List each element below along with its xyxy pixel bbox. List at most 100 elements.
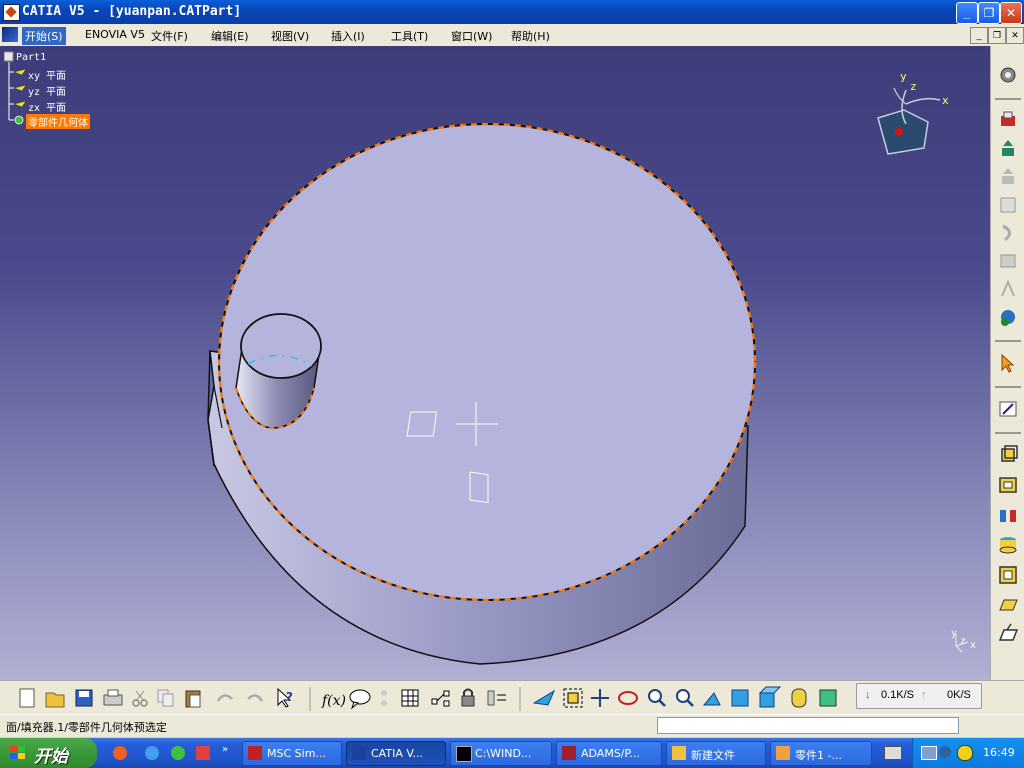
select-icon[interactable] — [997, 352, 1019, 374]
tree-root-part[interactable]: Part1 — [16, 52, 46, 63]
copy-icon[interactable] — [157, 689, 174, 707]
menu-file[interactable]: 文件(F) — [148, 27, 191, 45]
shell-icon[interactable] — [997, 504, 1019, 526]
security-icon[interactable] — [957, 745, 973, 761]
restore-button[interactable]: ❐ — [978, 2, 1000, 24]
pan-icon[interactable] — [591, 689, 609, 707]
minimize-button[interactable]: _ — [956, 2, 978, 24]
menu-edit[interactable]: 编辑(E) — [208, 27, 252, 45]
tree-item-yz-plane[interactable]: yz 平面 — [28, 83, 66, 98]
open-icon[interactable] — [45, 692, 65, 708]
measure-icon[interactable] — [431, 690, 450, 707]
mdi-restore-button[interactable]: ❐ — [988, 27, 1006, 44]
menu-window[interactable]: 窗口(W) — [448, 27, 495, 45]
task-part1[interactable]: 零件1 -... — [770, 741, 872, 766]
edge-fillet-icon[interactable] — [997, 564, 1019, 586]
start-label: 开始 — [34, 747, 68, 767]
window-title: CATIA V5 - [yuanpan.CATPart] — [22, 4, 242, 19]
menu-view[interactable]: 视图(V) — [268, 27, 312, 45]
gear-icon[interactable] — [997, 64, 1019, 86]
undo-icon[interactable] — [216, 694, 233, 702]
upload-speed: 0K/S — [947, 689, 971, 701]
slot-icon[interactable] — [997, 306, 1019, 328]
menu-enovia[interactable]: ENOVIA V5 — [82, 27, 148, 42]
sketch-icon[interactable] — [997, 110, 1019, 132]
task-catia[interactable]: CATIA V... — [346, 741, 446, 766]
paste-icon[interactable] — [185, 690, 201, 708]
thickness-icon[interactable] — [997, 534, 1019, 556]
view-mode-icon[interactable] — [758, 686, 782, 708]
download-speed: 0.1K/S — [881, 689, 915, 701]
svg-text:f(x): f(x) — [321, 693, 346, 709]
fit-all-icon[interactable] — [563, 688, 583, 708]
task-new-folder[interactable]: 新建文件 — [666, 741, 766, 766]
menu-bar: 开始(S) ENOVIA V5 文件(F) 编辑(E) 视图(V) 插入(I) … — [0, 24, 1024, 47]
normal-view-icon[interactable] — [702, 692, 721, 706]
task-msc-sim[interactable]: MSC Sim... — [242, 741, 342, 766]
parameter-icon[interactable] — [381, 690, 387, 706]
close-button[interactable]: ✕ — [1000, 2, 1022, 24]
save-icon[interactable] — [75, 689, 93, 707]
menu-help[interactable]: 帮助(H) — [508, 27, 553, 45]
media-icon[interactable] — [196, 746, 210, 760]
start-button[interactable]: 开始 — [0, 738, 97, 768]
pad-icon[interactable] — [997, 138, 1019, 160]
volume-icon[interactable] — [939, 746, 951, 758]
print-icon[interactable] — [103, 689, 123, 706]
title-bar: CATIA V5 - [yuanpan.CATPart] _ ❐ ✕ — [0, 0, 1024, 24]
tree-item-xy-plane[interactable]: xy 平面 — [28, 67, 66, 82]
whats-this-icon[interactable]: ? — [277, 687, 293, 708]
tree-item-zx-plane[interactable]: zx 平面 — [28, 99, 66, 114]
mdi-close-button[interactable]: ✕ — [1006, 27, 1024, 44]
hole-icon[interactable] — [997, 250, 1019, 272]
status-bar: 面/填充器.1/零部件几何体预选定 — [0, 714, 1024, 737]
msc-app-icon — [248, 746, 262, 760]
pocket-icon[interactable] — [997, 166, 1019, 188]
swap-icon[interactable] — [819, 689, 837, 707]
fly-icon[interactable] — [532, 689, 556, 706]
ie-icon[interactable] — [145, 746, 159, 760]
rotate-icon[interactable] — [618, 691, 638, 705]
pocket-feature-icon[interactable] — [997, 474, 1019, 496]
command-input[interactable] — [657, 717, 959, 734]
catia-app-icon[interactable] — [3, 4, 20, 21]
groove-icon[interactable] — [997, 222, 1019, 244]
compass-z-label: z — [910, 80, 917, 93]
hole-top-edge[interactable] — [240, 313, 322, 379]
rib-icon[interactable] — [997, 278, 1019, 300]
catalog-icon[interactable] — [487, 690, 506, 706]
zoom-in-icon[interactable] — [648, 689, 666, 707]
3d-viewport[interactable]: y z x y z x — [0, 46, 990, 680]
formula-icon[interactable]: f(x) — [321, 693, 346, 709]
draft-icon[interactable] — [997, 622, 1019, 644]
part-geometry[interactable] — [0, 46, 990, 680]
compass-x-label: x — [942, 94, 949, 107]
hide-show-icon[interactable] — [791, 688, 807, 708]
pad-feature-icon[interactable] — [997, 444, 1019, 466]
menu-start[interactable]: 开始(S) — [22, 27, 66, 45]
redo-icon[interactable] — [247, 694, 264, 702]
tree-item-part-body[interactable]: 零部件几何体 — [26, 114, 90, 129]
svg-text:»: » — [222, 744, 228, 755]
task-adams[interactable]: ADAMS/P... — [556, 741, 662, 766]
catia-menu-icon[interactable] — [2, 27, 18, 42]
zoom-out-icon[interactable] — [676, 689, 694, 707]
sketcher-icon[interactable] — [997, 398, 1019, 420]
iso-view-icon[interactable] — [731, 689, 749, 707]
knowledge-icon[interactable] — [349, 689, 371, 710]
browser-icon[interactable] — [171, 746, 185, 760]
menu-insert[interactable]: 插入(I) — [328, 27, 368, 45]
lock-icon[interactable] — [461, 688, 475, 707]
new-icon[interactable] — [19, 688, 35, 708]
quicklaunch-app-icon[interactable] — [113, 746, 127, 760]
keyboard-icon[interactable] — [884, 746, 902, 760]
table-icon[interactable] — [401, 689, 419, 707]
download-arrow-icon: ↓ — [865, 689, 871, 701]
shaft-icon[interactable] — [997, 194, 1019, 216]
mdi-minimize-button[interactable]: _ — [970, 27, 988, 44]
task-cmd[interactable]: C:\WIND... — [450, 741, 552, 766]
network-icon[interactable] — [921, 746, 937, 760]
chamfer-icon[interactable] — [997, 594, 1019, 616]
cut-icon[interactable] — [132, 690, 148, 707]
menu-tools[interactable]: 工具(T) — [388, 27, 431, 45]
